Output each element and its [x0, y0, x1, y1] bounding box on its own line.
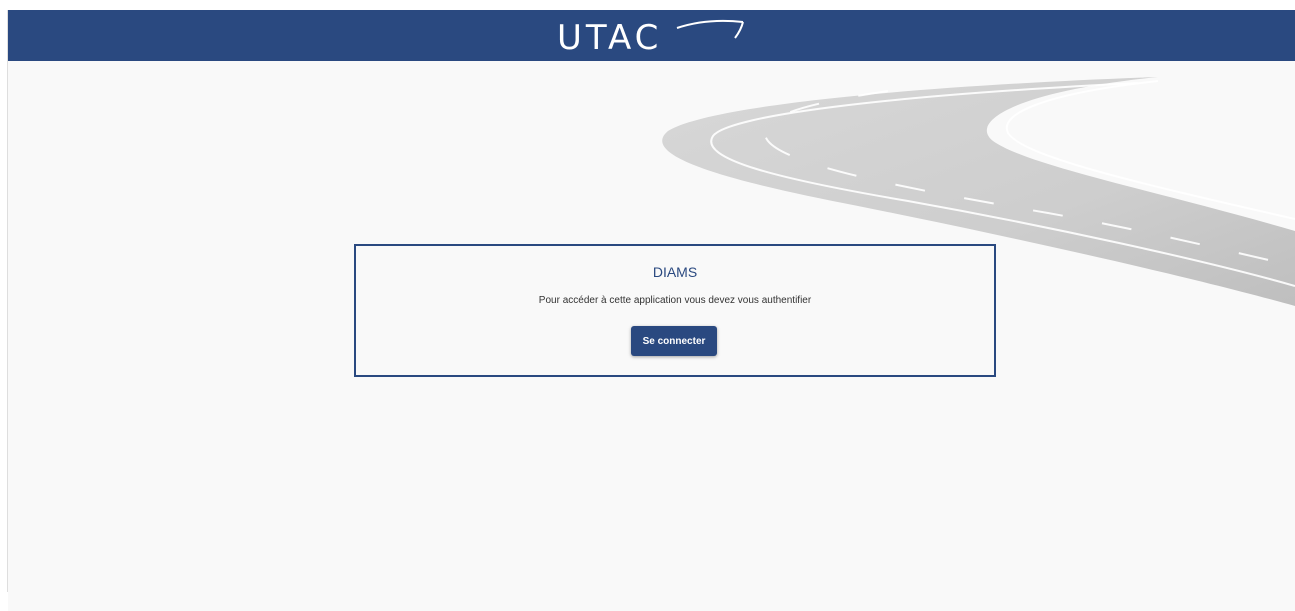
auth-message: Pour accéder à cette application vous de…	[538, 295, 812, 306]
app-title: DIAMS	[652, 264, 698, 280]
logo-swoosh-icon	[676, 19, 744, 39]
utac-logo: UTAC	[557, 16, 747, 60]
login-card: DIAMS Pour accéder à cette application v…	[354, 244, 996, 377]
login-page: UTAC DIAMS Pour accéder à cette applicat…	[8, 10, 1295, 611]
login-button[interactable]: Se connecter	[631, 326, 717, 356]
app-header: UTAC	[8, 10, 1295, 61]
